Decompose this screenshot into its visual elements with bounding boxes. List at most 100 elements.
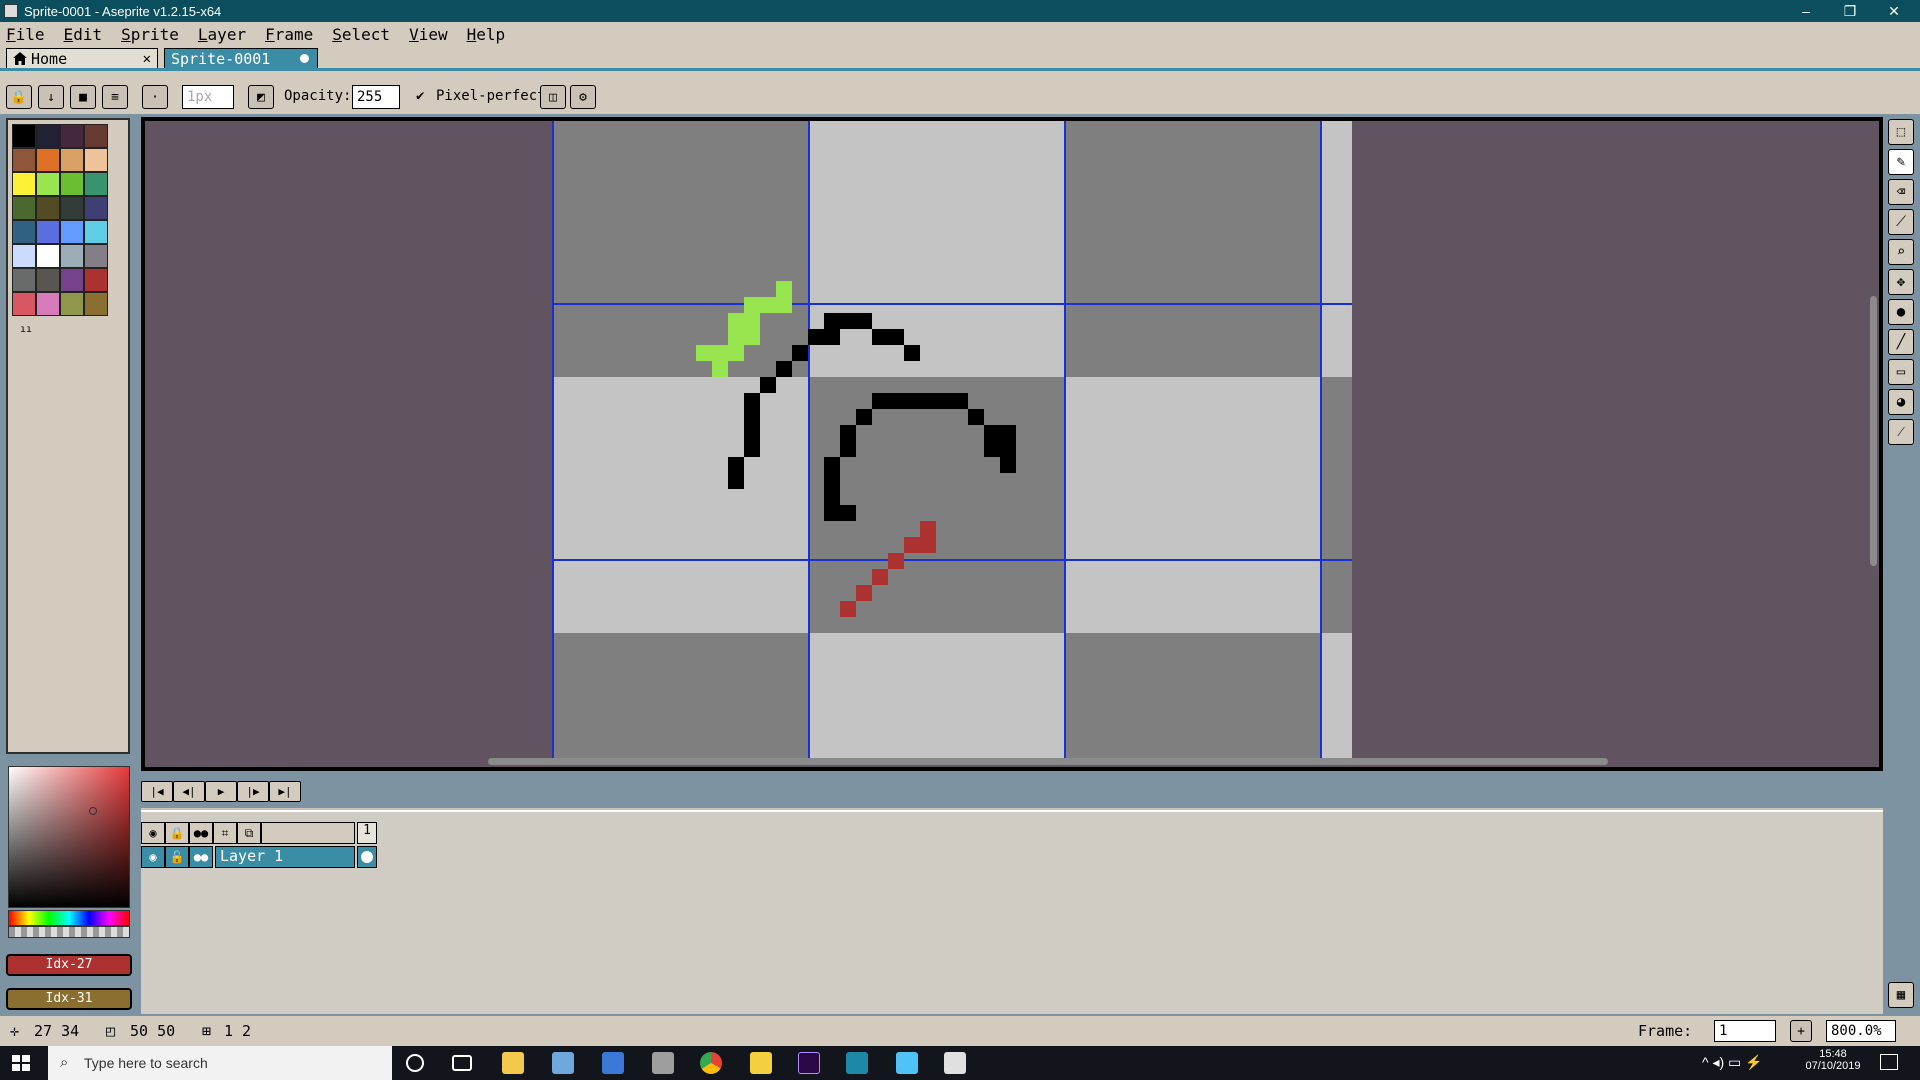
- tab-home[interactable]: Home ✕: [6, 48, 158, 68]
- modified-dot-icon[interactable]: [300, 54, 309, 63]
- palette-swatch[interactable]: [12, 220, 36, 244]
- move-icon[interactable]: ✥: [1888, 269, 1914, 295]
- foreground-color-button[interactable]: Idx-27: [6, 954, 132, 976]
- palette-swatch[interactable]: [60, 244, 84, 268]
- color-selector-icon[interactable]: [89, 807, 97, 815]
- file-explorer-icon[interactable]: [502, 1052, 524, 1074]
- sprite-canvas[interactable]: [552, 121, 1352, 761]
- menu-help[interactable]: Help: [467, 25, 506, 44]
- paint-bucket-icon[interactable]: ●: [1888, 299, 1914, 325]
- menu-frame[interactable]: Frame: [265, 25, 313, 44]
- layer-visibility-icon[interactable]: ◉: [141, 846, 165, 868]
- previous-frame-icon[interactable]: ◀|: [173, 781, 205, 802]
- rectangular-marquee-icon[interactable]: ⬚: [1888, 119, 1914, 145]
- symmetry-icon[interactable]: ◫: [540, 85, 566, 109]
- contour-icon[interactable]: ◕: [1888, 389, 1914, 415]
- add-frame-icon[interactable]: +: [1790, 1020, 1812, 1042]
- menu-sprite[interactable]: Sprite: [121, 25, 179, 44]
- eye-icon[interactable]: ◉: [141, 822, 165, 844]
- pencil-icon[interactable]: ✎: [1888, 149, 1914, 175]
- ink-icon[interactable]: ◩: [248, 85, 274, 109]
- palette-swatch[interactable]: [84, 292, 108, 316]
- system-tray-icons[interactable]: ^ ◂) ▭ ⚡: [1702, 1054, 1763, 1071]
- cortana-icon[interactable]: [406, 1054, 424, 1072]
- timeline-config-icon[interactable]: ▦: [1888, 982, 1914, 1008]
- palette-resize-handle-icon[interactable]: ıı: [20, 324, 32, 335]
- rectangle-icon[interactable]: ▭: [1888, 359, 1914, 385]
- palette-swatch[interactable]: [36, 172, 60, 196]
- mail-icon[interactable]: [602, 1052, 624, 1074]
- palette-swatch[interactable]: [36, 124, 60, 148]
- brush-type-icon[interactable]: ·: [142, 85, 168, 109]
- palette-swatch[interactable]: [12, 124, 36, 148]
- palette-swatch[interactable]: [36, 244, 60, 268]
- first-frame-icon[interactable]: |◀: [141, 781, 173, 802]
- palette-swatch[interactable]: [84, 172, 108, 196]
- alpha-slider[interactable]: [8, 926, 130, 938]
- cel[interactable]: [357, 846, 377, 868]
- timeline-layers-area[interactable]: ◉ 🔒 ●● ⌗ ⧉ 1 ◉ 🔓 ●● Layer 1: [141, 810, 1883, 1014]
- hue-slider[interactable]: [8, 910, 130, 926]
- blur-icon[interactable]: ⁄: [1888, 419, 1914, 445]
- palette-swatch[interactable]: [36, 148, 60, 172]
- link-cels-icon[interactable]: ⌗: [213, 822, 237, 844]
- palette-swatch[interactable]: [12, 196, 36, 220]
- color-spectrum[interactable]: [8, 766, 130, 908]
- layer-name[interactable]: Layer 1: [215, 846, 355, 868]
- brush-options-icon[interactable]: ≡: [102, 85, 128, 109]
- palette-swatch[interactable]: [84, 268, 108, 292]
- notifications-icon[interactable]: [1880, 1054, 1898, 1070]
- palette-swatch[interactable]: [60, 124, 84, 148]
- lock-icon[interactable]: 🔒: [6, 85, 32, 109]
- aseprite-taskbar-icon[interactable]: [944, 1052, 966, 1074]
- frame-input[interactable]: 1: [1714, 1020, 1776, 1042]
- horizontal-scrollbar[interactable]: [488, 758, 1608, 765]
- taskbar-clock[interactable]: 15:48 07/10/2019: [1800, 1048, 1866, 1072]
- palette-swatch[interactable]: [36, 196, 60, 220]
- close-window-button[interactable]: ✕: [1874, 0, 1914, 22]
- camera-icon[interactable]: [846, 1052, 868, 1074]
- sprite-editor[interactable]: [141, 117, 1883, 771]
- zoom-input[interactable]: 800.0%: [1826, 1020, 1896, 1042]
- padlock-icon[interactable]: 🔒: [165, 822, 189, 844]
- opacity-input[interactable]: 255: [352, 85, 400, 109]
- pixel-perfect-checkbox[interactable]: ✔: [416, 88, 424, 104]
- palette-swatch[interactable]: [12, 172, 36, 196]
- last-frame-icon[interactable]: ▶|: [269, 781, 301, 802]
- play-icon[interactable]: ▶: [205, 781, 237, 802]
- menu-file[interactable]: File: [6, 25, 45, 44]
- layer-stack-icon[interactable]: ⧉: [237, 822, 261, 844]
- palette-swatch[interactable]: [12, 292, 36, 316]
- palette-swatch[interactable]: [36, 220, 60, 244]
- sticky-notes-icon[interactable]: [750, 1052, 772, 1074]
- menu-layer[interactable]: Layer: [198, 25, 246, 44]
- palette-swatch[interactable]: [36, 268, 60, 292]
- zoom-icon[interactable]: ⌕: [1888, 239, 1914, 265]
- menu-edit[interactable]: Edit: [64, 25, 103, 44]
- menu-view[interactable]: View: [409, 25, 448, 44]
- palette-swatch[interactable]: [12, 244, 36, 268]
- frame-header[interactable]: 1: [357, 822, 377, 844]
- palette-swatch[interactable]: [84, 244, 108, 268]
- palette-swatch[interactable]: [12, 268, 36, 292]
- task-view-icon[interactable]: [452, 1055, 472, 1071]
- dynamics-icon[interactable]: ⚙: [570, 85, 596, 109]
- close-tab-icon[interactable]: ✕: [143, 51, 151, 67]
- arrow-down-icon[interactable]: ↓: [38, 85, 64, 109]
- brush-size-input[interactable]: 1px: [182, 85, 234, 109]
- palette-swatch[interactable]: [60, 220, 84, 244]
- palette-swatch[interactable]: [60, 196, 84, 220]
- onion-skin-icon[interactable]: ●●: [189, 822, 213, 844]
- palette-swatch[interactable]: [84, 124, 108, 148]
- taskbar-search[interactable]: ⌕ Type here to search: [48, 1046, 392, 1080]
- palette-swatch[interactable]: [60, 148, 84, 172]
- menu-select[interactable]: Select: [332, 25, 390, 44]
- line-icon[interactable]: ╱: [1888, 329, 1914, 355]
- background-color-button[interactable]: Idx-31: [6, 988, 132, 1010]
- palette-swatch[interactable]: [12, 148, 36, 172]
- palette-swatch[interactable]: [60, 268, 84, 292]
- minimize-button[interactable]: –: [1786, 0, 1826, 22]
- chrome-icon[interactable]: [700, 1052, 722, 1074]
- palette-swatch[interactable]: [84, 220, 108, 244]
- layer-lock-icon[interactable]: 🔓: [165, 846, 189, 868]
